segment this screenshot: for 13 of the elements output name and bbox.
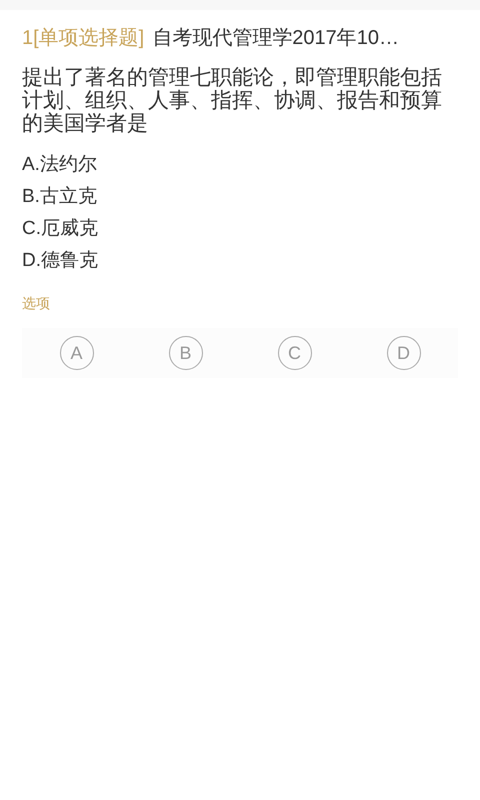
option-text: D.德鲁克 (22, 249, 98, 273)
exam-title: 自考现代管理学2017年10… (152, 26, 399, 51)
option-text: C.厄威克 (22, 217, 98, 241)
question-text: 提出了著名的管理七职能论，即管理职能包括计划、组织、人事、指挥、协调、报告和预算的美国学者是 (22, 66, 443, 135)
option-text: A.法约尔 (22, 153, 97, 177)
question-type: [单项选择题] (33, 26, 144, 51)
answer-choice-button[interactable]: B (168, 336, 202, 370)
answer-choice-button[interactable]: C (278, 336, 312, 370)
answer-choice-button[interactable]: D (386, 336, 420, 370)
question-number: 1 (22, 26, 34, 51)
answer-choice-button[interactable]: A (60, 336, 94, 370)
options-label: 选项 (22, 294, 50, 313)
option-text: B.古立克 (22, 185, 97, 209)
